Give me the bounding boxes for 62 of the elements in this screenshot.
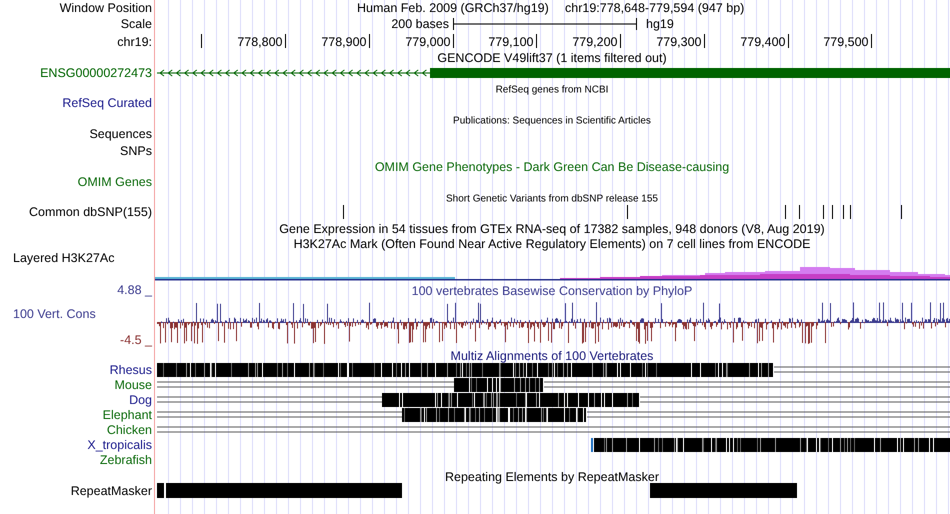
- scale-label: 200 bases: [391, 17, 449, 31]
- track-label[interactable]: Common dbSNP(155): [29, 205, 152, 219]
- track-title: Short Genetic Variants from dbSNP release 155: [446, 194, 658, 204]
- axis-max-label: 4.88 _: [117, 283, 152, 297]
- track-label[interactable]: 100 Vert. Cons: [13, 307, 96, 321]
- ruler-label: 779,000: [405, 35, 450, 49]
- track-title: H3K27Ac Mark (Often Found Near Active Regulatory Elements) on 7 cell lines from ENCODE: [294, 237, 810, 251]
- track-title: 100 vertebrates Basewise Conservation by PhyloP: [412, 284, 692, 298]
- ruler-tick: [285, 34, 286, 48]
- ruler-tick: [453, 34, 454, 48]
- snp-mark[interactable]: [343, 204, 344, 220]
- ruler-label: 779,200: [572, 35, 618, 49]
- track-label[interactable]: OMIM Genes: [78, 175, 152, 189]
- snp-mark[interactable]: [823, 204, 824, 220]
- ruler-tick: [704, 34, 705, 48]
- ruler-tick: [788, 34, 789, 48]
- ruler-label: 779,400: [740, 35, 786, 49]
- snp-mark[interactable]: [785, 204, 786, 220]
- ruler-tick: [201, 34, 202, 48]
- track-label[interactable]: Scale: [120, 17, 152, 31]
- track-title: RefSeq genes from NCBI: [496, 84, 608, 96]
- track-label[interactable]: Sequences: [89, 127, 152, 141]
- track-title: Publications: Sequences in Scientific Articles: [453, 116, 651, 126]
- track-label[interactable]: ENSG00000272473: [40, 66, 152, 80]
- species-label[interactable]: Chicken: [106, 423, 152, 437]
- track-title: GENCODE V49lift37 (1 items filtered out): [437, 51, 667, 65]
- species-label[interactable]: Zebrafish: [100, 453, 152, 467]
- track-label[interactable]: chr19:: [117, 35, 152, 49]
- track-title: Repeating Elements by RepeatMasker: [445, 470, 659, 484]
- ruler-tick: [620, 34, 621, 48]
- track-label[interactable]: RepeatMasker: [70, 484, 152, 498]
- species-label[interactable]: Elephant: [102, 408, 152, 422]
- ruler-tick: [536, 34, 537, 48]
- track-title: OMIM Gene Phenotypes - Dark Green Can Be Disease-causing: [374, 160, 730, 174]
- track-label[interactable]: RefSeq Curated: [62, 96, 152, 110]
- ruler-label: 779,100: [488, 35, 534, 49]
- species-label[interactable]: X_tropicalis: [87, 438, 152, 452]
- track-label[interactable]: Window Position: [60, 1, 152, 15]
- track-title: Multiz Alignments of 100 Vertebrates: [450, 349, 654, 363]
- track-label[interactable]: SNPs: [120, 144, 152, 158]
- snp-mark[interactable]: [832, 204, 833, 220]
- species-label[interactable]: Dog: [129, 393, 152, 407]
- ruler-label: 778,900: [321, 35, 366, 49]
- ruler-label: 778,800: [237, 35, 282, 49]
- gene-drawing[interactable]: [156, 68, 950, 78]
- species-label[interactable]: Mouse: [114, 378, 152, 392]
- assembly-title: Human Feb. 2009 (GRCh37/hg19): [357, 1, 549, 15]
- snp-mark[interactable]: [843, 204, 844, 220]
- track-label[interactable]: Layered H3K27Ac: [13, 251, 114, 265]
- ruler-tick: [369, 34, 370, 48]
- track-title: Gene Expression in 54 tissues from GTEx RNA-seq of 17382 samples, 948 donors (V8, Aug 2019): [279, 222, 825, 236]
- snp-mark[interactable]: [901, 204, 902, 220]
- assembly-label: hg19: [646, 17, 674, 31]
- ruler-tick: [871, 34, 872, 48]
- snp-mark[interactable]: [627, 204, 628, 220]
- snp-mark[interactable]: [850, 204, 851, 220]
- ruler-label: 779,500: [823, 35, 868, 49]
- position-text: chr19:778,648-779,594 (947 bp): [565, 1, 744, 15]
- species-label[interactable]: Rhesus: [110, 363, 152, 377]
- ruler-label: 779,300: [656, 35, 702, 49]
- snp-mark[interactable]: [799, 204, 800, 220]
- axis-min-label: -4.5 _: [120, 333, 152, 347]
